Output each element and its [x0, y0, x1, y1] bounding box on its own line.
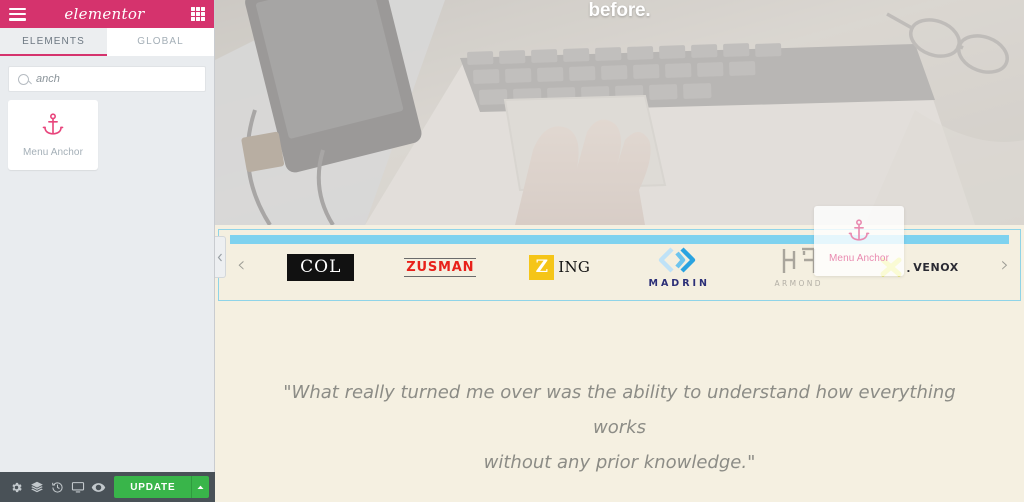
history-button[interactable]	[47, 472, 67, 502]
quote-line-2: without any prior knowledge."	[483, 452, 756, 474]
search-input[interactable]	[36, 73, 196, 85]
search-section	[0, 56, 214, 100]
hamburger-icon[interactable]	[9, 7, 26, 21]
testimonial-section: "What really turned me over was the abil…	[215, 301, 1024, 502]
grid-icon[interactable]	[191, 7, 205, 21]
logo-item[interactable]: COL	[261, 253, 381, 281]
chevron-left-icon	[217, 253, 222, 261]
eye-icon	[91, 482, 105, 492]
madrin-text: MADRIN	[648, 278, 710, 289]
search-icon	[18, 73, 29, 85]
navigator-button[interactable]	[26, 472, 46, 502]
panel-header: elementor	[0, 0, 214, 28]
panel-collapse-handle[interactable]	[215, 236, 226, 278]
history-icon	[51, 481, 63, 493]
logo-col: COL	[287, 253, 355, 281]
hero-section: before.	[215, 0, 1024, 225]
logo-zusman: ZUSMAN	[404, 257, 477, 277]
tab-global[interactable]: GLOBAL	[107, 28, 214, 56]
update-options-button[interactable]	[191, 476, 209, 498]
logo-item[interactable]: MADRIN	[620, 245, 740, 289]
hero-overlay	[215, 0, 1024, 225]
venox-text: VENOX	[913, 260, 959, 274]
page-canvas: before. ‹ COL ZUSMAN Z ING MADRIN ARMOND…	[215, 0, 1024, 502]
tab-elements[interactable]: ELEMENTS	[0, 28, 107, 56]
logo-item[interactable]: . VENOX	[859, 255, 979, 279]
zing-text: ING	[558, 258, 591, 276]
carousel-next-arrow[interactable]: ›	[1001, 254, 1009, 276]
testimonial-quote: "What really turned me over was the abil…	[270, 375, 970, 480]
gear-icon	[12, 482, 22, 492]
layers-icon	[30, 481, 43, 493]
drop-indicator	[230, 235, 1009, 244]
search-box[interactable]	[8, 66, 206, 92]
responsive-mode-button[interactable]	[67, 472, 87, 502]
logo-item[interactable]: ZUSMAN	[381, 257, 501, 277]
carousel-prev-arrow[interactable]: ‹	[237, 254, 245, 276]
caret-up-icon	[197, 485, 204, 489]
panel-footer: UPDATE	[0, 472, 215, 502]
panel-tabs: ELEMENTS GLOBAL	[0, 28, 214, 56]
armond-mark-icon	[782, 247, 815, 273]
logo-carousel-section[interactable]: ‹ COL ZUSMAN Z ING MADRIN ARMOND . VENOX…	[218, 229, 1021, 301]
logo-item[interactable]: Z ING	[500, 254, 620, 280]
elementor-logo: elementor	[64, 5, 145, 23]
logo-venox: . VENOX	[878, 255, 959, 279]
widget-menu-anchor[interactable]: Menu Anchor	[8, 100, 98, 170]
widget-list: Menu Anchor	[0, 100, 214, 170]
venox-dot: .	[906, 259, 911, 275]
logo-track: COL ZUSMAN Z ING MADRIN ARMOND . VENOX	[241, 245, 998, 289]
venox-x-icon	[880, 257, 902, 277]
logo-zing: Z ING	[529, 254, 591, 280]
hero-title: before.	[588, 0, 651, 21]
anchor-icon	[42, 113, 64, 135]
settings-button[interactable]	[6, 472, 26, 502]
preview-button[interactable]	[88, 472, 108, 502]
editor-panel: elementor ELEMENTS GLOBAL anch Menu Anch…	[0, 0, 215, 502]
zing-mark: Z	[529, 254, 555, 280]
madrin-mark-icon	[659, 247, 696, 273]
widget-label: Menu Anchor	[22, 147, 84, 158]
elementor-editor: elementor ELEMENTS GLOBAL anch Menu Anch…	[0, 0, 1024, 502]
armond-text: ARMOND	[774, 279, 823, 288]
quote-line-1: "What really turned me over was the abil…	[283, 382, 956, 439]
monitor-icon	[71, 482, 84, 493]
logo-item[interactable]: ARMOND	[739, 246, 859, 288]
update-button[interactable]: UPDATE	[114, 476, 192, 498]
